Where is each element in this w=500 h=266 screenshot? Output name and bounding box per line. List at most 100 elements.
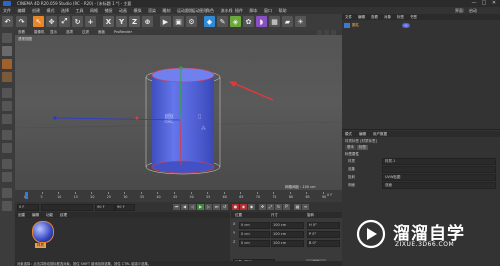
key-scale-icon[interactable]: ⤢: [267, 204, 274, 210]
scale-tool-icon[interactable]: ⤢: [59, 16, 70, 27]
y-axis-toggle[interactable]: Y: [116, 16, 127, 27]
maximize-button[interactable]: □: [480, 1, 488, 6]
subdivision-icon[interactable]: ◈: [230, 16, 241, 27]
rotate-tool-icon[interactable]: ↻: [72, 16, 83, 27]
coord-size-0[interactable]: 100 cm: [271, 222, 304, 229]
select-tool-icon[interactable]: ↖: [33, 16, 44, 27]
material-menu-item-0[interactable]: 创建: [18, 213, 25, 218]
prev-frame-icon[interactable]: ◁: [189, 204, 196, 210]
key-position-icon[interactable]: ✥: [259, 204, 266, 210]
frame-range-slider[interactable]: [41, 204, 93, 211]
svg-text:▯: ▯: [198, 113, 201, 120]
axis-mode-icon[interactable]: [2, 130, 12, 140]
timeline[interactable]: 051015202530354045505560657075808590 0 F: [15, 190, 342, 202]
timeline-menu-icon[interactable]: ≡: [302, 204, 309, 210]
record-icon[interactable]: ●: [232, 204, 239, 210]
timeline-tick: [323, 192, 324, 194]
quantize-icon[interactable]: [2, 201, 12, 211]
solo-icon[interactable]: [2, 188, 12, 198]
tweak-mode-icon[interactable]: [2, 143, 12, 153]
cube-icon[interactable]: ◆: [204, 16, 215, 27]
coord-pos-1[interactable]: 0 cm: [239, 231, 270, 238]
edges-mode-icon[interactable]: [2, 101, 12, 111]
coord-header-rotation: 旋转: [307, 213, 314, 217]
object-manager-tab-4[interactable]: 标签: [397, 15, 404, 20]
coord-size-2[interactable]: 100 cm: [271, 240, 304, 247]
attribute-field-3[interactable]: 双面: [382, 182, 496, 189]
pen-spline-icon[interactable]: ✎: [217, 16, 228, 27]
next-frame-icon[interactable]: ▷: [205, 204, 212, 210]
playhead[interactable]: [25, 192, 28, 199]
material-menu-item-3[interactable]: 纹理: [60, 213, 67, 218]
object-manager-tab-2[interactable]: 查看: [371, 15, 378, 20]
coord-rot-0[interactable]: H 0°: [307, 222, 340, 229]
close-button[interactable]: ✕: [490, 1, 498, 6]
prev-key-icon[interactable]: ◀: [181, 204, 188, 210]
play-icon[interactable]: ▶: [197, 204, 204, 210]
attribute-field-2[interactable]: UVW贴图: [382, 174, 496, 181]
timeline-tick-label: 10: [57, 195, 62, 199]
make-editable-icon[interactable]: [2, 33, 12, 43]
render-picture-viewer-icon[interactable]: ▣: [173, 16, 184, 27]
coord-rot-2[interactable]: B 0°: [307, 240, 340, 247]
viewport-scene: 慶 ▯ ⁂: [15, 30, 342, 175]
start-frame-field[interactable]: 0 F: [17, 204, 39, 211]
deformer-icon[interactable]: ◗: [256, 16, 267, 27]
camera-icon[interactable]: ▰: [282, 16, 293, 27]
key-param-icon[interactable]: P: [283, 204, 290, 210]
end-frame-field-a[interactable]: 90 F: [95, 204, 115, 211]
recent-tool-icon[interactable]: +: [85, 16, 96, 27]
material-label[interactable]: 材质: [35, 243, 46, 248]
attribute-sub-tab-1[interactable]: 标签: [357, 145, 368, 150]
attribute-field-1[interactable]: [382, 166, 496, 173]
texture-mode-icon[interactable]: [2, 59, 12, 69]
object-name[interactable]: 圆柱: [352, 23, 359, 28]
light-icon[interactable]: ☀: [295, 16, 306, 27]
attribute-tab-2[interactable]: 用户数据: [373, 132, 387, 137]
z-axis-toggle[interactable]: Z: [129, 16, 140, 27]
points-mode-icon[interactable]: [2, 88, 12, 98]
move-tool-icon[interactable]: ✥: [46, 16, 57, 27]
material-tag-icon[interactable]: [402, 23, 410, 28]
material-menu-item-1[interactable]: 编辑: [32, 213, 39, 218]
end-frame-field-b[interactable]: 90 F: [115, 204, 135, 211]
object-manager-tab-1[interactable]: 编辑: [358, 15, 365, 20]
lock-workplane-icon[interactable]: [2, 172, 12, 182]
coord-system-icon[interactable]: ⊕: [142, 16, 153, 27]
key-rotation-icon[interactable]: ↻: [275, 204, 282, 210]
cylinder-object[interactable]: 慶 ▯ ⁂: [151, 67, 215, 174]
workplane-icon[interactable]: [2, 72, 12, 82]
material-menu-item-2[interactable]: 功能: [46, 213, 53, 218]
render-view-icon[interactable]: ▶: [160, 16, 171, 27]
attribute-tab-0[interactable]: 模式: [345, 132, 352, 137]
coord-pos-2[interactable]: 0 cm: [239, 240, 270, 247]
coord-pos-0[interactable]: 0 cm: [239, 222, 270, 229]
minimize-button[interactable]: —: [470, 1, 478, 6]
loop-icon[interactable]: ↺: [221, 204, 228, 210]
view-nav-icons[interactable]: [317, 30, 336, 35]
array-icon[interactable]: ✿: [243, 16, 254, 27]
render-settings-icon[interactable]: ⚙: [186, 16, 197, 27]
object-manager-tab-5[interactable]: 书签: [410, 15, 417, 20]
undo-icon[interactable]: ↶: [2, 16, 13, 27]
snap-icon[interactable]: [2, 159, 12, 169]
object-manager-tab-0[interactable]: 文件: [345, 15, 352, 20]
scene-icon[interactable]: ▦: [269, 16, 280, 27]
auto-key-icon[interactable]: ◉: [240, 204, 247, 210]
keyframe-selection-icon[interactable]: ◆: [248, 204, 255, 210]
redo-icon[interactable]: ↷: [16, 16, 27, 27]
polygons-mode-icon[interactable]: [2, 114, 12, 124]
attribute-field-0[interactable]: 材质.1: [382, 158, 496, 165]
material-swatch[interactable]: [32, 221, 54, 243]
goto-end-icon[interactable]: ⏭: [213, 204, 220, 210]
object-manager-tab-3[interactable]: 对象: [384, 15, 391, 20]
coord-rot-1[interactable]: P 0°: [307, 231, 340, 238]
coord-size-1[interactable]: 100 cm: [271, 231, 304, 238]
model-mode-icon[interactable]: [2, 46, 12, 56]
timeline-window-icon[interactable]: ▦: [294, 204, 301, 210]
x-axis-toggle[interactable]: X: [103, 16, 114, 27]
attribute-sub-tab-0[interactable]: 基本: [345, 145, 356, 150]
goto-start-icon[interactable]: ⏮: [173, 204, 180, 210]
viewport[interactable]: 查看 摄像机 显示 选项 过滤 面板 ProRender 透视视图 慶 ▯ ⁂ …: [15, 30, 342, 190]
attribute-tab-1[interactable]: 编辑: [359, 132, 366, 137]
